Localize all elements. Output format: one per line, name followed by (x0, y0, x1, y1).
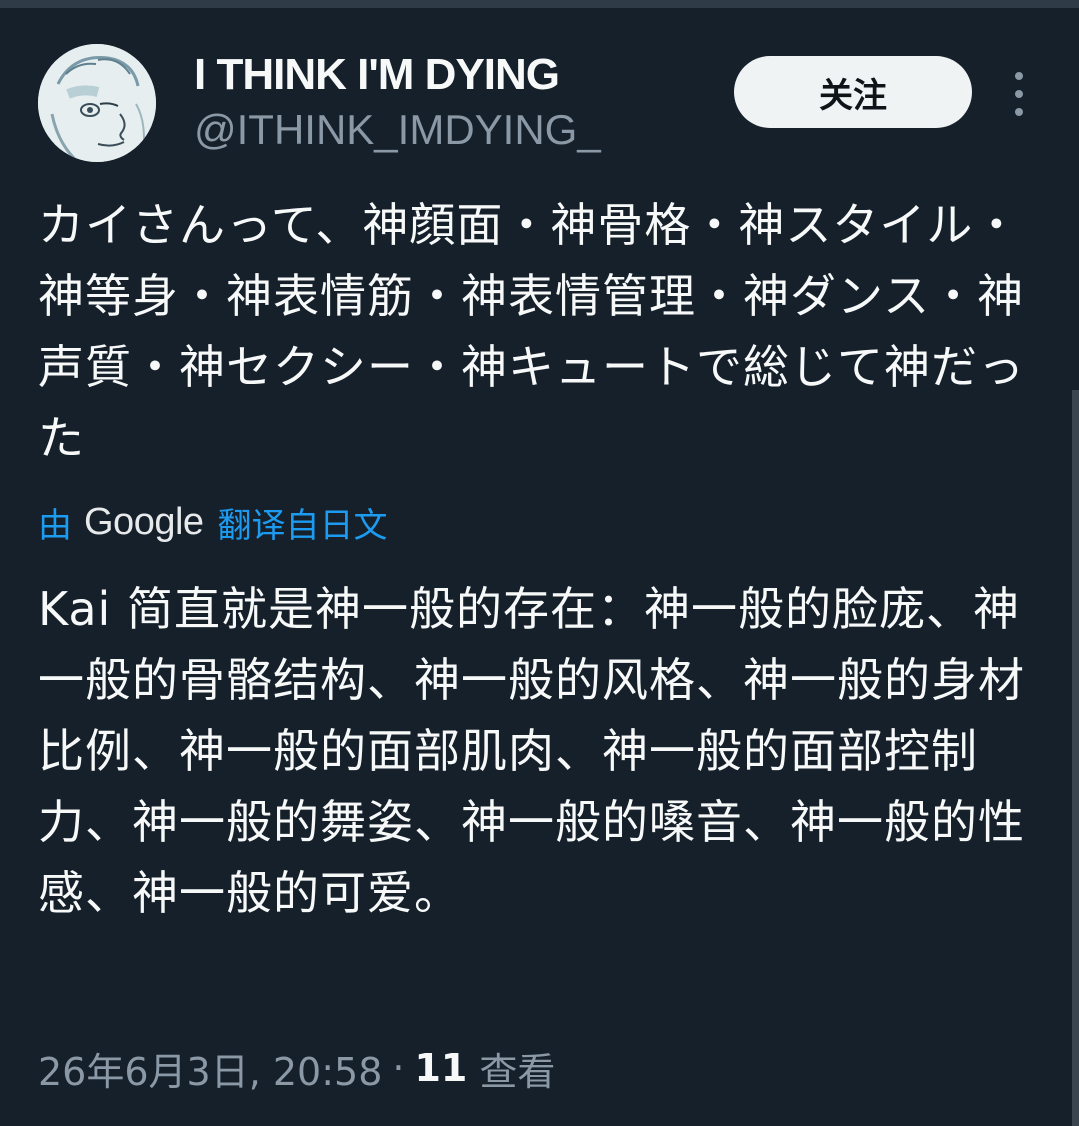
tweet-timestamp[interactable]: 26年6月3日, 20:58 (38, 1041, 382, 1096)
display-name[interactable]: I THINK I'M DYING (194, 50, 560, 100)
google-logo: Google (84, 500, 204, 543)
follow-button[interactable]: 关注 (734, 56, 972, 128)
meta-separator: · (392, 1046, 405, 1090)
views-count: 11 (414, 1046, 468, 1090)
avatar[interactable] (38, 44, 156, 162)
more-vertical-icon[interactable] (1008, 72, 1030, 116)
tweet-header: I THINK I'M DYING @ITHINK_IMDYING_ 关注 (38, 44, 1038, 164)
tweet-translated-text: Kai 简直就是神一般的存在：神一般的脸庞、神一般的骨骼结构、神一般的风格、神一… (38, 582, 1025, 920)
tweet-original-text: カイさんって、神顔面・神骨格・神スタイル・神等身・神表情筋・神表情管理・神ダンス… (38, 198, 1025, 465)
translation-prefix: 由 (38, 505, 72, 546)
top-divider (0, 0, 1079, 8)
tweet-meta: 26年6月3日, 20:58 · 11 查看 (38, 1040, 555, 1096)
more-dot (1015, 108, 1023, 116)
translation-attribution: 由 Google 翻译自日文 (38, 498, 388, 546)
user-handle[interactable]: @ITHINK_IMDYING_ (194, 106, 601, 154)
scrollbar[interactable] (1072, 390, 1079, 1126)
sketch-portrait-avatar-icon (38, 44, 156, 162)
views-label: 查看 (479, 1049, 556, 1094)
more-dot (1015, 90, 1023, 98)
translation-source-link[interactable]: 翻译自日文 (218, 498, 388, 547)
more-dot (1015, 72, 1023, 80)
